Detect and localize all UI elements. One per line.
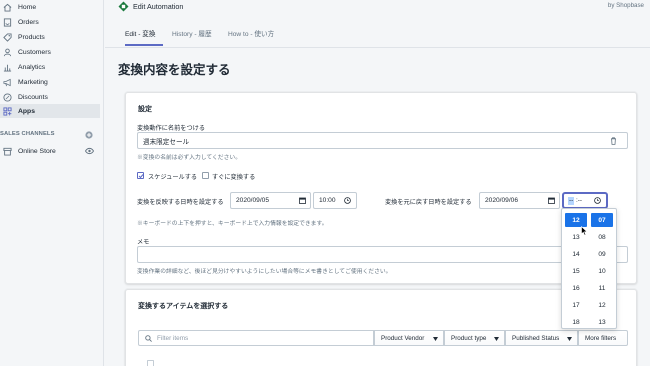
app-logo-icon <box>118 1 129 12</box>
add-channel-icon[interactable] <box>85 131 93 139</box>
calendar-icon[interactable] <box>299 197 306 204</box>
orders-icon <box>2 17 12 27</box>
hour-option[interactable]: 16 <box>565 281 587 295</box>
tag-icon <box>2 32 12 42</box>
schedule-label: スケジュールする <box>148 174 198 181</box>
discount-icon <box>2 92 12 102</box>
product-vendor-filter[interactable]: Product Vendor <box>374 330 444 346</box>
sales-channels-heading: SALES CHANNELS <box>0 131 55 137</box>
hour-option[interactable]: 12 <box>565 213 587 227</box>
minute-option[interactable]: 09 <box>591 247 613 261</box>
app-byline[interactable]: by Shopbase <box>608 2 644 9</box>
minute-option[interactable]: 12 <box>591 298 613 312</box>
minute-option[interactable]: 11 <box>591 281 613 295</box>
mouse-cursor-icon <box>581 226 588 236</box>
sidebar-item-label: Apps <box>18 107 35 115</box>
revert-datetime-label: 変換を元に戻す日時を設定する <box>385 199 472 206</box>
more-filters-button[interactable]: More filters <box>578 330 628 346</box>
sidebar-item-label: Customers <box>18 48 51 56</box>
automation-name-input[interactable]: 週末限定セール <box>137 132 628 149</box>
sidebar-item-label: Analytics <box>18 63 46 71</box>
sidebar-item-label: Home <box>18 3 37 11</box>
active-tab-indicator <box>125 44 163 46</box>
page-title: 変換内容を設定する <box>118 63 231 77</box>
tab-edit[interactable]: Edit - 変換 <box>125 28 155 38</box>
sidebar-item-orders[interactable]: Orders <box>0 15 100 29</box>
tab-bar: Edit - 変換 History - 履歴 How to - 使い方 <box>105 14 650 48</box>
filter-label: Product Vendor <box>381 334 425 342</box>
item-selection-title: 変換するアイテムを選択する <box>138 303 229 310</box>
product-type-filter[interactable]: Product type <box>444 330 505 346</box>
schedule-checkbox[interactable] <box>137 172 144 179</box>
megaphone-icon <box>2 77 12 87</box>
clock-icon[interactable] <box>344 197 351 204</box>
immediate-label: すぐに変換する <box>212 174 256 181</box>
memo-input[interactable] <box>137 246 628 263</box>
time-picker-dropdown: 12 13 14 15 16 17 18 07 08 09 10 11 12 1… <box>561 208 617 329</box>
minute-option[interactable]: 13 <box>591 315 613 329</box>
hour-option[interactable]: 14 <box>565 247 587 261</box>
apply-date-value: 2020/09/05 <box>236 197 270 204</box>
filter-items-search[interactable]: Filter items <box>138 330 374 346</box>
revert-time-hour-segment[interactable]: -- <box>568 197 575 205</box>
sidebar-item-label: Products <box>18 33 45 41</box>
sidebar-item-home[interactable]: Home <box>0 0 100 14</box>
person-icon <box>2 47 12 57</box>
name-field-label: 変換動作に名前をつける <box>137 125 206 132</box>
sidebar-item-analytics[interactable]: Analytics <box>0 60 100 74</box>
settings-card-title: 設定 <box>138 106 152 113</box>
sidebar-item-label: Marketing <box>18 78 48 86</box>
automation-name-value: 週末限定セール <box>143 138 190 146</box>
calendar-icon[interactable] <box>548 197 555 204</box>
home-icon <box>2 2 12 12</box>
sidebar-item-marketing[interactable]: Marketing <box>0 75 100 89</box>
partial-checkbox[interactable] <box>147 360 154 366</box>
filter-label: More filters <box>585 334 617 342</box>
immediate-checkbox[interactable] <box>202 172 209 179</box>
sidebar-item-label: Orders <box>18 18 39 26</box>
eye-icon[interactable] <box>85 147 94 155</box>
bar-chart-icon <box>2 62 12 72</box>
minute-option[interactable]: 07 <box>591 213 613 227</box>
caret-down-icon <box>433 337 438 341</box>
memo-label: メモ <box>137 239 150 246</box>
tab-history[interactable]: History - 履歴 <box>172 28 212 38</box>
sidebar-item-label: Discounts <box>18 93 48 101</box>
name-help-text: ※変換の名前は必ず入力してください。 <box>137 155 241 161</box>
minute-option[interactable]: 10 <box>591 264 613 278</box>
sidebar-item-discounts[interactable]: Discounts <box>0 90 100 104</box>
filter-label: Product type <box>451 334 487 342</box>
hour-option[interactable]: 18 <box>565 315 587 329</box>
keyboard-help-text: ※キーボードの上下を押すと、キーボード上で入力情報を設定できます。 <box>137 221 328 227</box>
filter-label: Published Status <box>512 334 560 342</box>
sidebar-item-label: Online Store <box>18 147 56 155</box>
check-icon <box>138 174 144 179</box>
hour-option[interactable]: 15 <box>565 264 587 278</box>
hour-option[interactable]: 17 <box>565 298 587 312</box>
trash-icon[interactable] <box>610 137 617 145</box>
caret-down-icon <box>494 337 499 341</box>
apps-icon <box>2 106 12 116</box>
sidebar-item-products[interactable]: Products <box>0 30 100 44</box>
minute-option[interactable]: 08 <box>591 230 613 244</box>
revert-time-minute-segment[interactable]: :-- <box>576 197 582 205</box>
filter-items-placeholder: Filter items <box>157 335 189 342</box>
apply-time-value: 10:00 <box>319 197 336 204</box>
tab-how-to[interactable]: How to - 使い方 <box>228 28 274 38</box>
apply-datetime-label: 変換を反映する日時を設定する <box>137 199 224 206</box>
memo-help-text: 変換作業の詳細など、後ほど見分けやすいようにしたい場合等にメモ書きとしてご使用く… <box>137 269 392 275</box>
revert-date-value: 2020/09/06 <box>485 197 519 204</box>
store-icon <box>2 146 12 156</box>
sidebar-item-customers[interactable]: Customers <box>0 45 100 59</box>
sidebar-item-apps[interactable]: Apps <box>0 104 100 118</box>
caret-down-icon <box>567 337 572 341</box>
sidebar: Home Orders Products Customers Analytics… <box>0 0 104 366</box>
search-icon <box>145 335 152 342</box>
published-status-filter[interactable]: Published Status <box>505 330 578 346</box>
app-title: Edit Automation <box>133 2 184 11</box>
clock-icon[interactable] <box>594 197 601 204</box>
